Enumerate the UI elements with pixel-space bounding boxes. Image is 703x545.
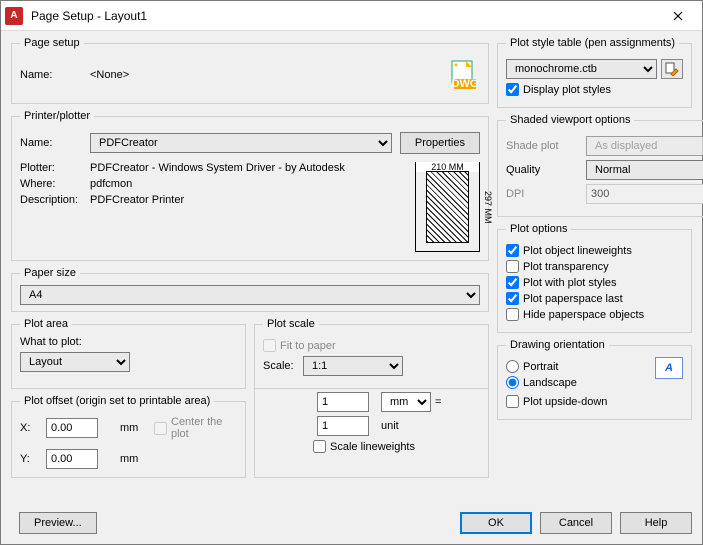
dpi-label: DPI xyxy=(506,188,586,200)
cancel-button[interactable]: Cancel xyxy=(540,512,612,534)
plot-scale-legend: Plot scale xyxy=(263,318,319,330)
plot-style-legend: Plot style table (pen assignments) xyxy=(506,37,679,49)
orientation-group: Drawing orientation Portrait Landscape A… xyxy=(497,339,692,420)
paper-size-legend: Paper size xyxy=(20,267,80,279)
page-setup-name-value: <None> xyxy=(90,69,129,81)
scale-select[interactable]: 1:1 xyxy=(303,356,403,376)
offset-x-unit: mm xyxy=(120,422,150,434)
center-plot-label: Center the plot xyxy=(171,416,237,440)
hide-paperspace-checkbox[interactable] xyxy=(506,308,519,321)
plot-style-group: Plot style table (pen assignments) monoc… xyxy=(497,37,692,108)
desc-value: PDFCreator Printer xyxy=(90,194,184,206)
plot-area-legend: Plot area xyxy=(20,318,72,330)
printer-group: Printer/plotter Name: PDFCreator Propert… xyxy=(11,110,489,261)
where-label: Where: xyxy=(20,178,90,190)
help-button[interactable]: Help xyxy=(620,512,692,534)
what-to-plot-select[interactable]: Layout xyxy=(20,352,130,372)
plot-options-group: Plot options Plot object lineweights Plo… xyxy=(497,223,692,333)
window-title: Page Setup - Layout1 xyxy=(31,9,147,23)
paper-height: 297 MM xyxy=(483,163,493,251)
plotter-value: PDFCreator - Windows System Driver - by … xyxy=(90,162,345,174)
display-plot-styles-checkbox[interactable] xyxy=(506,83,519,96)
shaded-viewport-legend: Shaded viewport options xyxy=(506,114,634,126)
orientation-legend: Drawing orientation xyxy=(506,339,609,351)
scale-unit-select[interactable]: mm xyxy=(381,392,431,412)
plot-options-legend: Plot options xyxy=(506,223,571,235)
desc-label: Description: xyxy=(20,194,90,206)
portrait-radio[interactable] xyxy=(506,360,519,373)
fit-to-paper-label: Fit to paper xyxy=(280,340,336,352)
center-plot-checkbox xyxy=(154,422,167,435)
scale-den-input[interactable] xyxy=(317,416,369,436)
printer-legend: Printer/plotter xyxy=(20,110,94,122)
plot-transparency-checkbox[interactable] xyxy=(506,260,519,273)
landscape-radio[interactable] xyxy=(506,376,519,389)
dpi-input xyxy=(586,184,703,204)
offset-y-unit: mm xyxy=(120,453,150,465)
offset-x-input[interactable] xyxy=(46,418,98,438)
quality-select[interactable]: Normal xyxy=(586,160,703,180)
preview-button[interactable]: Preview... xyxy=(19,512,97,534)
scale-num-input[interactable] xyxy=(317,392,369,412)
paper-size-group: Paper size A4 xyxy=(11,267,489,312)
dwg-icon: DWG xyxy=(448,59,480,91)
scale-lineweights-label: Scale lineweights xyxy=(330,441,415,453)
printer-name-select[interactable]: PDFCreator xyxy=(90,133,392,153)
ok-button[interactable]: OK xyxy=(460,512,532,534)
svg-text:DWG: DWG xyxy=(452,78,479,90)
plot-offset-group: Plot offset (origin set to printable are… xyxy=(11,395,246,478)
scale-label: Scale: xyxy=(263,360,303,372)
upside-down-checkbox[interactable] xyxy=(506,395,519,408)
offset-y-input[interactable] xyxy=(46,449,98,469)
plot-lineweights-checkbox[interactable] xyxy=(506,244,519,257)
plot-scale-units-group: mm = unit Scale lineweights xyxy=(254,388,489,478)
plot-with-styles-checkbox[interactable] xyxy=(506,276,519,289)
close-icon xyxy=(673,11,683,21)
close-button[interactable] xyxy=(658,2,698,30)
plot-style-select[interactable]: monochrome.ctb xyxy=(506,59,657,79)
offset-x-label: X: xyxy=(20,422,42,434)
quality-label: Quality xyxy=(506,164,586,176)
fit-to-paper-checkbox xyxy=(263,339,276,352)
edit-plot-style-button[interactable] xyxy=(661,59,683,79)
what-to-plot-label: What to plot: xyxy=(20,336,237,348)
offset-y-label: Y: xyxy=(20,453,42,465)
where-value: pdfcmon xyxy=(90,178,132,190)
plot-scale-group: Plot scale Fit to paper Scale: 1:1 xyxy=(254,318,489,389)
display-plot-styles-label: Display plot styles xyxy=(523,84,611,96)
plot-paperspace-checkbox[interactable] xyxy=(506,292,519,305)
paper-size-select[interactable]: A4 xyxy=(20,285,480,305)
shade-plot-label: Shade plot xyxy=(506,140,586,152)
page-setup-legend: Page setup xyxy=(20,37,84,49)
paper-preview: 210 MM 297 MM xyxy=(415,162,480,252)
orientation-icon: A xyxy=(655,357,683,379)
scale-lineweights-checkbox[interactable] xyxy=(313,440,326,453)
plot-area-group: Plot area What to plot: Layout xyxy=(11,318,246,389)
shade-plot-select: As displayed xyxy=(586,136,703,156)
page-setup-name-label: Name: xyxy=(20,69,90,81)
app-icon: A xyxy=(5,7,23,25)
printer-name-label: Name: xyxy=(20,137,90,149)
scale-unit-word: unit xyxy=(381,420,431,432)
scale-equals: = xyxy=(435,396,451,408)
properties-button[interactable]: Properties xyxy=(400,132,480,154)
page-setup-group: Page setup Name: <None> DWG xyxy=(11,37,489,104)
edit-icon xyxy=(665,62,679,76)
plot-offset-legend: Plot offset (origin set to printable are… xyxy=(20,395,214,407)
title-bar: A Page Setup - Layout1 xyxy=(1,1,702,31)
plotter-label: Plotter: xyxy=(20,162,90,174)
shaded-viewport-group: Shaded viewport options Shade plotAs dis… xyxy=(497,114,703,217)
